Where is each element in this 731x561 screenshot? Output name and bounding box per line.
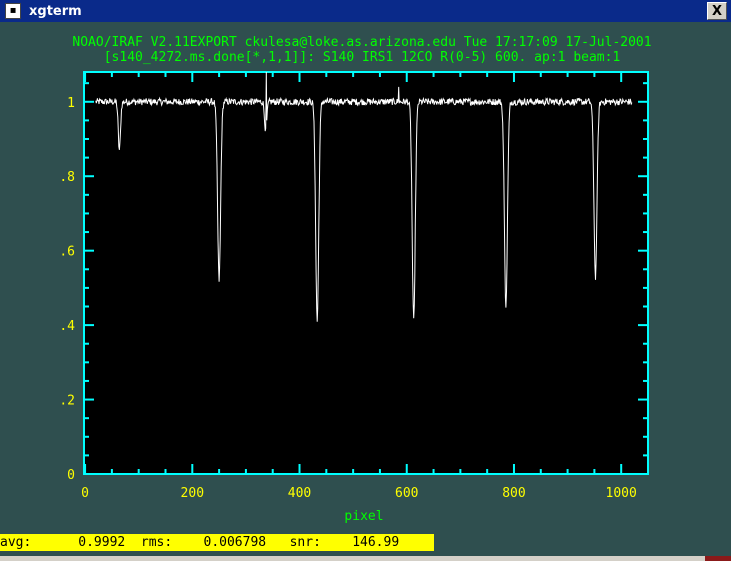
plot-header-line1: NOAO/IRAF V2.11EXPORT ckulesa@loke.as.ar… bbox=[72, 35, 651, 50]
y-tick-label: 1 bbox=[67, 96, 75, 111]
plot-area bbox=[83, 71, 649, 475]
x-tick-label: 600 bbox=[395, 486, 418, 501]
plot-header-line2: [s140_4272.ms.done[*,1,1]]: S140 IRS1 12… bbox=[104, 50, 621, 65]
x-tick-label: 400 bbox=[288, 486, 311, 501]
y-tick-label: .4 bbox=[59, 319, 75, 334]
xterm-window-icon[interactable]: ▪ bbox=[5, 3, 21, 19]
graphics-canvas: NOAO/IRAF V2.11EXPORT ckulesa@loke.as.ar… bbox=[0, 22, 731, 557]
y-tick-label: .2 bbox=[59, 394, 75, 409]
x-tick-label: 1000 bbox=[606, 486, 637, 501]
x-tick-label: 200 bbox=[181, 486, 204, 501]
y-tick-label: .6 bbox=[59, 245, 75, 260]
x-tick-label: 800 bbox=[502, 486, 525, 501]
close-button[interactable]: X bbox=[707, 2, 727, 20]
spectrum-plot: NOAO/IRAF V2.11EXPORT ckulesa@loke.as.ar… bbox=[59, 35, 651, 524]
status-bar: avg: 0.9992 rms: 0.006798 snr: 146.99 bbox=[0, 534, 434, 551]
window-bottom-border bbox=[0, 556, 731, 561]
y-tick-label: .8 bbox=[59, 170, 75, 185]
y-tick-label: 0 bbox=[67, 468, 75, 483]
window-titlebar[interactable]: ▪ xgterm X bbox=[0, 0, 731, 23]
x-axis-label: pixel bbox=[344, 509, 383, 524]
x-tick-label: 0 bbox=[81, 486, 89, 501]
window-title: xgterm bbox=[29, 3, 82, 19]
